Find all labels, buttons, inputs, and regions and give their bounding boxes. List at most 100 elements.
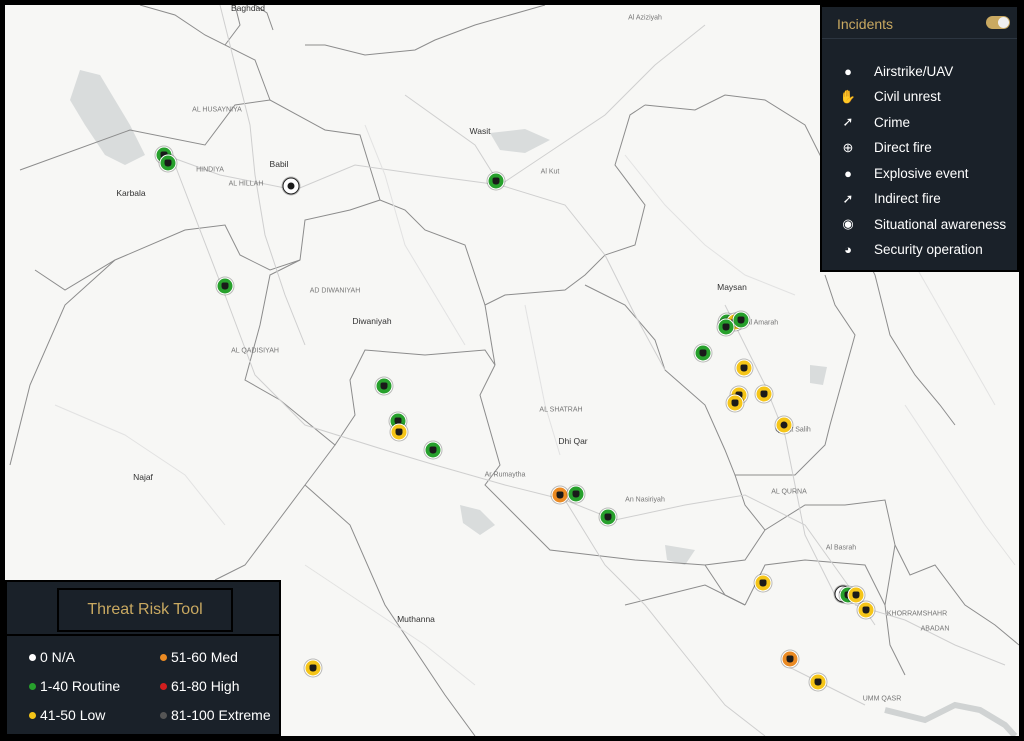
incidents-toggle[interactable] xyxy=(986,16,1010,29)
helmet-icon xyxy=(737,316,745,324)
threat-level-dot xyxy=(29,653,36,661)
incident-type-grenade[interactable]: ● Explosive event xyxy=(840,163,969,183)
incident-marker-routine[interactable] xyxy=(216,277,234,295)
incident-type-helmet[interactable]: ◕ Security operation xyxy=(840,240,983,260)
incident-marker-low[interactable] xyxy=(304,659,322,677)
place-label-alshatrah: AL SHATRAH xyxy=(539,406,583,414)
incident-type-bomb[interactable]: ● Airstrike/UAV xyxy=(840,61,953,81)
threat-level-item: 1-40 Routine xyxy=(29,678,120,694)
incident-marker-routine[interactable] xyxy=(567,485,585,503)
threat-level-dot xyxy=(29,682,36,690)
incident-marker-routine[interactable] xyxy=(717,318,735,336)
threat-level-label: 81-100 Extreme xyxy=(171,707,271,723)
helmet-icon xyxy=(604,513,612,521)
helmet-icon xyxy=(164,159,172,167)
threat-level-label: 1-40 Routine xyxy=(40,678,121,694)
threat-level-label: 51-60 Med xyxy=(171,649,238,665)
incident-type-label: Airstrike/UAV xyxy=(874,63,954,79)
fist-icon xyxy=(852,591,860,599)
helmet-icon xyxy=(759,579,767,587)
incident-marker-med[interactable] xyxy=(781,650,799,668)
incident-type-label: Security operation xyxy=(874,242,983,257)
helmet-icon xyxy=(221,282,229,290)
crosshair-icon: ⊕ xyxy=(842,139,854,155)
marsh-2 xyxy=(810,365,827,385)
incident-type-crosshair[interactable]: ⊕ Direct fire xyxy=(840,138,932,158)
incident-type-mortar[interactable]: ➚ Indirect fire xyxy=(840,189,941,209)
place-label-alamarah: Al Amarah xyxy=(745,319,779,327)
incident-type-label: Crime xyxy=(874,114,910,130)
incident-type-fist[interactable]: ✋ Civil unrest xyxy=(840,87,941,107)
incident-type-label: Direct fire xyxy=(874,140,932,155)
place-label-alrumaytha: Ar Rumaytha xyxy=(484,471,526,479)
incident-marker-routine[interactable] xyxy=(159,154,177,172)
incident-marker-na[interactable] xyxy=(282,177,300,195)
location-pin-icon: ◉ xyxy=(842,216,854,231)
fist-icon xyxy=(862,606,870,614)
threat-level-label: 41-50 Low xyxy=(40,707,106,723)
marsh-1 xyxy=(460,505,495,535)
incident-marker-low[interactable] xyxy=(390,423,408,441)
threat-level-item: 81-100 Extreme xyxy=(160,707,271,723)
incident-marker-low[interactable] xyxy=(735,359,753,377)
helmet-icon xyxy=(731,399,739,407)
place-label-dhiqar: Dhi Qar xyxy=(558,436,588,446)
place-label-addiwaniyah: AD DIWANIYAH xyxy=(309,287,361,295)
threat-level-item: 61-80 High xyxy=(160,678,240,694)
location-pin-icon xyxy=(287,182,295,190)
incident-marker-routine[interactable] xyxy=(732,311,750,329)
incident-marker-routine[interactable] xyxy=(375,377,393,395)
place-label-babil: Babil xyxy=(269,159,289,169)
threat-level-label: 0 N/A xyxy=(40,649,76,665)
incident-marker-routine[interactable] xyxy=(694,344,712,362)
place-label-maysan: Maysan xyxy=(717,282,747,292)
helmet-icon: ◕ xyxy=(844,242,852,257)
incident-marker-low[interactable] xyxy=(847,586,865,604)
knife-icon xyxy=(492,177,500,185)
incident-marker-low[interactable] xyxy=(809,673,827,691)
helmet-icon xyxy=(699,349,707,357)
place-label-annasiriyah: An Nasiriyah xyxy=(625,496,665,504)
incidents-header-divider xyxy=(822,38,1017,39)
incident-marker-routine[interactable] xyxy=(599,508,617,526)
incident-marker-routine[interactable] xyxy=(424,441,442,459)
incident-marker-routine[interactable] xyxy=(487,172,505,190)
incident-marker-low[interactable] xyxy=(775,416,793,434)
threat-level-item: 51-60 Med xyxy=(160,649,238,665)
incident-type-location-pin[interactable]: ◉ Situational awareness xyxy=(840,214,1006,234)
knife-icon xyxy=(380,382,388,390)
helmet-icon xyxy=(760,390,768,398)
place-label-abadan: ABADAN xyxy=(920,625,950,633)
threat-title: Threat Risk Tool xyxy=(87,601,203,618)
place-label-khorramshahr: KHORRAMSHAHR xyxy=(886,610,948,618)
incident-type-label: Indirect fire xyxy=(874,191,941,206)
grenade-icon: ● xyxy=(844,165,852,181)
knife-icon: ➚ xyxy=(842,114,854,129)
threat-title-button[interactable]: Threat Risk Tool xyxy=(57,588,233,632)
threat-risk-panel: Threat Risk Tool 0 N/A 51-60 Med 1-40 Rout… xyxy=(5,580,281,736)
threat-header-divider xyxy=(7,634,279,636)
threat-level-dot xyxy=(160,653,167,661)
threat-level-dot xyxy=(29,711,36,719)
place-label-alhusayniya: AL HUSAYNIYA xyxy=(192,106,242,114)
place-label-alhillah: AL HILLAH xyxy=(228,180,264,188)
knife-icon xyxy=(429,446,437,454)
incident-marker-med[interactable] xyxy=(551,486,569,504)
incident-type-label: Situational awareness xyxy=(874,216,1007,232)
place-label-wasit: Wasit xyxy=(469,126,491,136)
threat-level-dot xyxy=(160,711,167,719)
place-label-muthanna: Muthanna xyxy=(397,614,435,624)
incident-type-knife[interactable]: ➚ Crime xyxy=(840,112,910,132)
incident-marker-low[interactable] xyxy=(726,394,744,412)
lake-wasit xyxy=(490,129,550,153)
incident-type-label: Explosive event xyxy=(874,165,969,181)
lake-razazza xyxy=(70,70,145,165)
helmet-icon xyxy=(814,678,822,686)
incident-marker-low[interactable] xyxy=(754,574,772,592)
incident-marker-low[interactable] xyxy=(755,385,773,403)
threat-level-dot xyxy=(160,682,167,690)
incident-marker-low[interactable] xyxy=(857,601,875,619)
helmet-icon xyxy=(556,491,564,499)
place-label-umqasr: UMM QASR xyxy=(862,695,902,703)
place-label-najaf: Najaf xyxy=(133,472,153,482)
